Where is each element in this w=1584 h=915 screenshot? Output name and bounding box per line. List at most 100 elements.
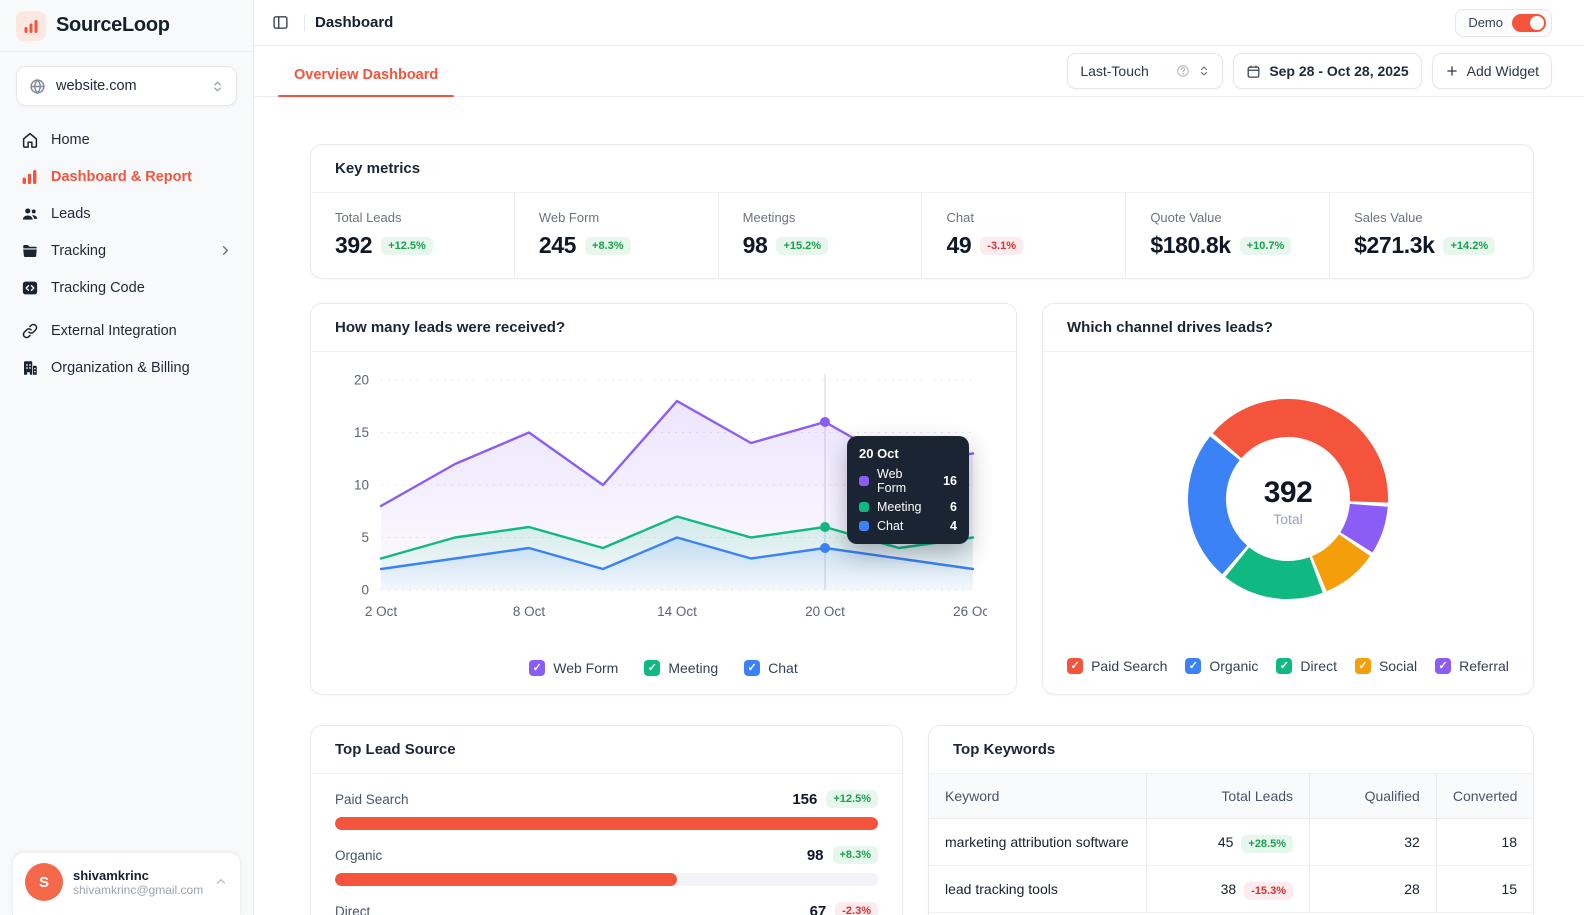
sidebar-item-leads[interactable]: Leads bbox=[10, 196, 243, 231]
legend-item-organic[interactable]: ✓Organic bbox=[1185, 658, 1258, 674]
tooltip-row: Chat4 bbox=[859, 519, 957, 533]
legend-item-social[interactable]: ✓Social bbox=[1355, 658, 1417, 674]
app-root: SourceLoop website.com HomeDashboard & R… bbox=[0, 0, 1584, 915]
lead-source-value: 156 bbox=[792, 791, 817, 808]
sidebar-item-label: Organization & Billing bbox=[51, 360, 190, 376]
metric-quote-value: Quote Value$180.8k+10.7% bbox=[1125, 193, 1329, 278]
brand-name: SourceLoop bbox=[56, 14, 170, 37]
metric-label: Chat bbox=[946, 210, 1101, 225]
progress-bar-track bbox=[335, 817, 878, 830]
metric-value: 49 bbox=[946, 232, 971, 259]
code-icon bbox=[20, 278, 39, 297]
folder-icon bbox=[20, 241, 39, 260]
lead-source-delta-badge: +8.3% bbox=[833, 846, 879, 864]
globe-icon bbox=[29, 78, 46, 95]
top-lead-source-title: Top Lead Source bbox=[311, 726, 902, 774]
column-header-qualified: Qualified bbox=[1310, 774, 1437, 819]
keywords-table-wrap: KeywordTotal LeadsQualifiedConvertedmark… bbox=[929, 774, 1533, 913]
leads-received-title: How many leads were received? bbox=[311, 304, 1016, 352]
lead-source-value: 98 bbox=[807, 847, 824, 864]
lead-source-row-direct: Direct67-2.3% bbox=[335, 902, 878, 915]
help-circle-icon bbox=[1176, 64, 1190, 78]
channel-leads-title: Which channel drives leads? bbox=[1043, 304, 1533, 352]
checkbox-checked-icon[interactable]: ✓ bbox=[1276, 658, 1292, 674]
topbar: Dashboard Demo bbox=[254, 0, 1584, 46]
site-selector[interactable]: website.com bbox=[16, 66, 237, 106]
checkbox-checked-icon[interactable]: ✓ bbox=[1185, 658, 1201, 674]
metric-label: Total Leads bbox=[335, 210, 490, 225]
progress-bar-fill bbox=[335, 873, 677, 886]
toolbar: Overview Dashboard Last-Touch Sep 28 - O… bbox=[254, 46, 1584, 97]
key-metrics-body: Total Leads392+12.5%Web Form245+8.3%Meet… bbox=[311, 193, 1533, 278]
series-color-swatch bbox=[859, 502, 869, 512]
tooltip-date: 20 Oct bbox=[859, 446, 957, 461]
user-card[interactable]: S shivamkrinc shivamkrinc@gmail.com bbox=[12, 852, 241, 915]
metric-label: Web Form bbox=[539, 210, 694, 225]
legend-item-chat[interactable]: ✓Chat bbox=[744, 660, 798, 676]
add-widget-button[interactable]: Add Widget bbox=[1432, 53, 1552, 89]
demo-pill: Demo bbox=[1455, 9, 1552, 37]
metric-label: Sales Value bbox=[1354, 210, 1509, 225]
line-chart-area: 051015202 Oct8 Oct14 Oct20 Oct26 Oct 20 … bbox=[311, 352, 1016, 652]
svg-text:20: 20 bbox=[354, 373, 369, 388]
sidebar-item-organization-billing[interactable]: Organization & Billing bbox=[10, 350, 243, 385]
attribution-select[interactable]: Last-Touch bbox=[1067, 53, 1223, 89]
metric-value: $271.3k bbox=[1354, 232, 1434, 259]
lead-source-row-organic: Organic98+8.3% bbox=[335, 846, 878, 886]
dashboard-content: Key metrics Total Leads392+12.5%Web Form… bbox=[254, 97, 1584, 915]
checkbox-checked-icon[interactable]: ✓ bbox=[644, 660, 660, 676]
metric-value: $180.8k bbox=[1150, 232, 1230, 259]
updown-chevron-icon bbox=[211, 80, 224, 93]
lead-source-value: 67 bbox=[810, 903, 827, 915]
metric-label: Quote Value bbox=[1150, 210, 1305, 225]
demo-toggle[interactable] bbox=[1512, 14, 1546, 32]
page-title: Dashboard bbox=[315, 14, 393, 31]
checkbox-checked-icon[interactable]: ✓ bbox=[744, 660, 760, 676]
donut-chart bbox=[1176, 387, 1400, 616]
table-row: lead tracking tools38-15.3%2815 bbox=[929, 866, 1533, 913]
sidebar-item-home[interactable]: Home bbox=[10, 122, 243, 157]
svg-text:2 Oct: 2 Oct bbox=[365, 604, 398, 619]
checkbox-checked-icon[interactable]: ✓ bbox=[1067, 658, 1083, 674]
metric-chat: Chat49-3.1% bbox=[921, 193, 1125, 278]
sidebar-item-tracking-code[interactable]: Tracking Code bbox=[10, 270, 243, 305]
progress-bar-track bbox=[335, 873, 878, 886]
checkbox-checked-icon[interactable]: ✓ bbox=[529, 660, 545, 676]
sidebar-item-tracking[interactable]: Tracking bbox=[10, 233, 243, 268]
keyword-cell: marketing attribution software bbox=[929, 819, 1146, 866]
donut-chart-legend: ✓Paid Search ✓Organic ✓Direct ✓Social ✓Refer… bbox=[1043, 650, 1533, 694]
checkbox-checked-icon[interactable]: ✓ bbox=[1355, 658, 1371, 674]
converted-cell: 18 bbox=[1436, 819, 1533, 866]
sidebar-item-external-integration[interactable]: External Integration bbox=[10, 313, 243, 348]
table-row: marketing attribution software45+28.5%32… bbox=[929, 819, 1533, 866]
sidebar-item-label: Tracking bbox=[51, 243, 106, 259]
tooltip-row: Meeting6 bbox=[859, 500, 957, 514]
legend-item-direct[interactable]: ✓Direct bbox=[1276, 658, 1337, 674]
svg-text:15: 15 bbox=[354, 425, 369, 440]
users-icon bbox=[20, 204, 39, 223]
user-name: shivamkrinc bbox=[73, 868, 203, 883]
legend-item-web-form[interactable]: ✓Web Form bbox=[529, 660, 618, 676]
metric-delta-badge: +8.3% bbox=[585, 237, 631, 255]
sidebar-item-label: Leads bbox=[51, 206, 91, 222]
avatar: S bbox=[25, 863, 63, 901]
date-range-picker[interactable]: Sep 28 - Oct 28, 2025 bbox=[1233, 53, 1421, 89]
legend-item-meeting[interactable]: ✓Meeting bbox=[644, 660, 718, 676]
column-header-keyword: Keyword bbox=[929, 774, 1146, 819]
metric-value: 245 bbox=[539, 232, 576, 259]
sidebar-item-label: External Integration bbox=[51, 323, 177, 339]
site-selector-value: website.com bbox=[56, 78, 201, 94]
sidebar-item-dashboard-report[interactable]: Dashboard & Report bbox=[10, 159, 243, 194]
lead-source-row-paid-search: Paid Search156+12.5% bbox=[335, 790, 878, 830]
brand: SourceLoop bbox=[0, 0, 253, 52]
column-header-converted: Converted bbox=[1436, 774, 1533, 819]
legend-item-paid-search[interactable]: ✓Paid Search bbox=[1067, 658, 1167, 674]
checkbox-checked-icon[interactable]: ✓ bbox=[1435, 658, 1451, 674]
tab-overview-dashboard[interactable]: Overview Dashboard bbox=[278, 67, 454, 96]
panel-toggle-icon[interactable] bbox=[266, 9, 294, 37]
metric-sales-value: Sales Value$271.3k+14.2% bbox=[1329, 193, 1533, 278]
metric-total-leads: Total Leads392+12.5% bbox=[311, 193, 514, 278]
svg-text:10: 10 bbox=[354, 478, 369, 493]
legend-item-referral[interactable]: ✓Referral bbox=[1435, 658, 1509, 674]
keywords-table: KeywordTotal LeadsQualifiedConvertedmark… bbox=[929, 774, 1533, 913]
